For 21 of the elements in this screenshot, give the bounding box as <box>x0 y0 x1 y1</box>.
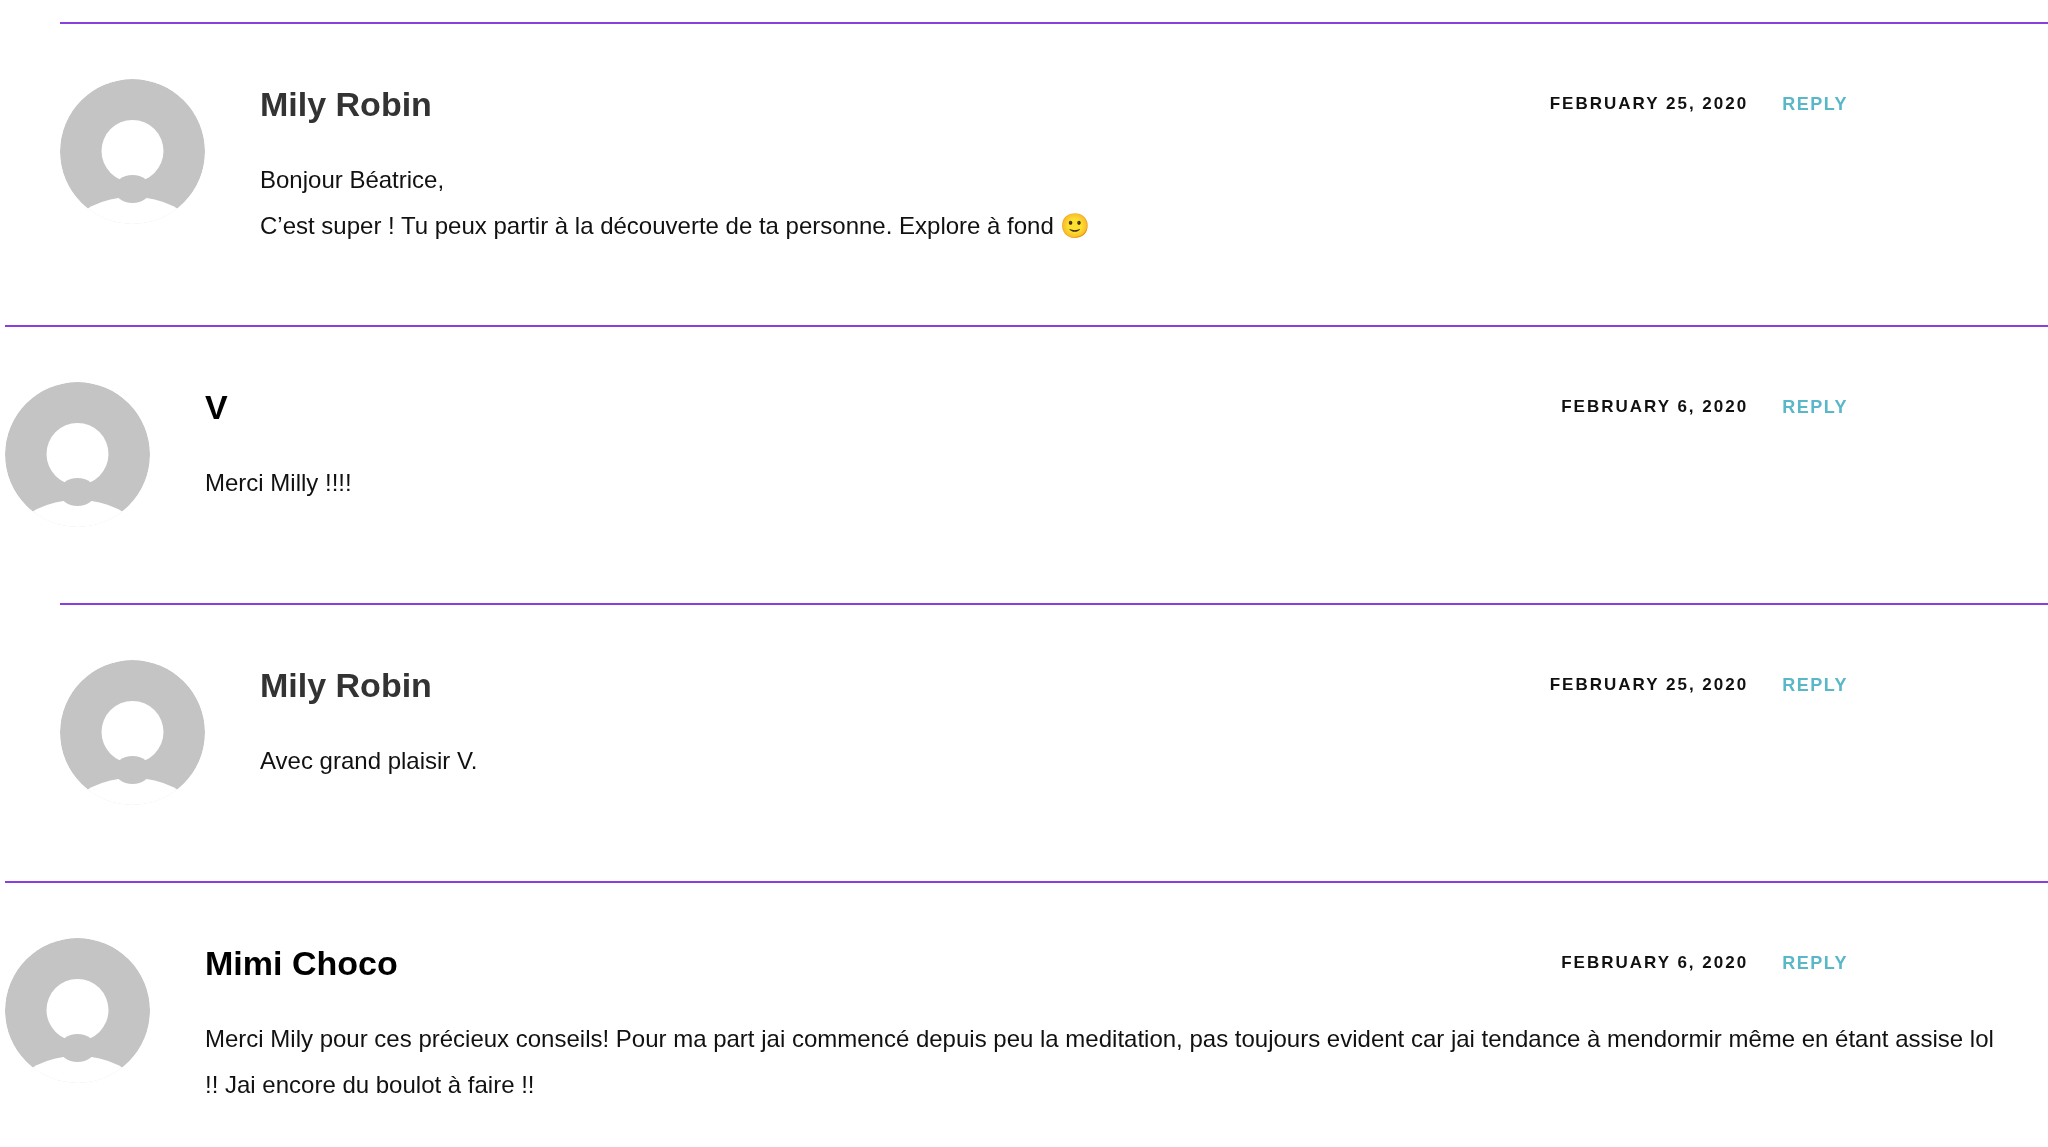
comment-text: Merci Mily pour ces précieux conseils! Pour ma part jai commencé depuis peu la meditation, pas toujours evident car jai tendance à mendormir même en étant assise lol !! Jai encore du boulot à faire !! <box>205 1024 1995 1100</box>
author-name: V <box>205 387 229 427</box>
comment-date: FEBRUARY 6, 2020 <box>1561 953 1749 973</box>
avatar-icon <box>60 79 205 224</box>
comment-date: FEBRUARY 6, 2020 <box>1561 397 1749 417</box>
avatar-icon <box>5 382 150 527</box>
comment-date: FEBRUARY 25, 2020 <box>1549 94 1749 114</box>
reply-link[interactable]: REPLY <box>1782 396 1848 418</box>
comment-text: C’est super ! Tu peux partir à la découverte de ta personne. Explore à fond 🙂 <box>260 211 1092 241</box>
avatar-icon <box>5 938 150 1083</box>
author-name: Mily Robin <box>260 84 433 124</box>
author-name: Mily Robin <box>260 665 433 705</box>
avatar-icon <box>60 660 205 805</box>
comment-text: Merci Milly !!!! <box>205 468 353 498</box>
comment-date: FEBRUARY 25, 2020 <box>1549 675 1749 695</box>
reply-link[interactable]: REPLY <box>1782 93 1848 115</box>
author-name: Mimi Choco <box>205 943 399 983</box>
comment-text: Avec grand plaisir V. <box>260 746 479 776</box>
reply-link[interactable]: REPLY <box>1782 952 1848 974</box>
reply-link[interactable]: REPLY <box>1782 674 1848 696</box>
comment-text: Bonjour Béatrice, <box>260 165 446 195</box>
